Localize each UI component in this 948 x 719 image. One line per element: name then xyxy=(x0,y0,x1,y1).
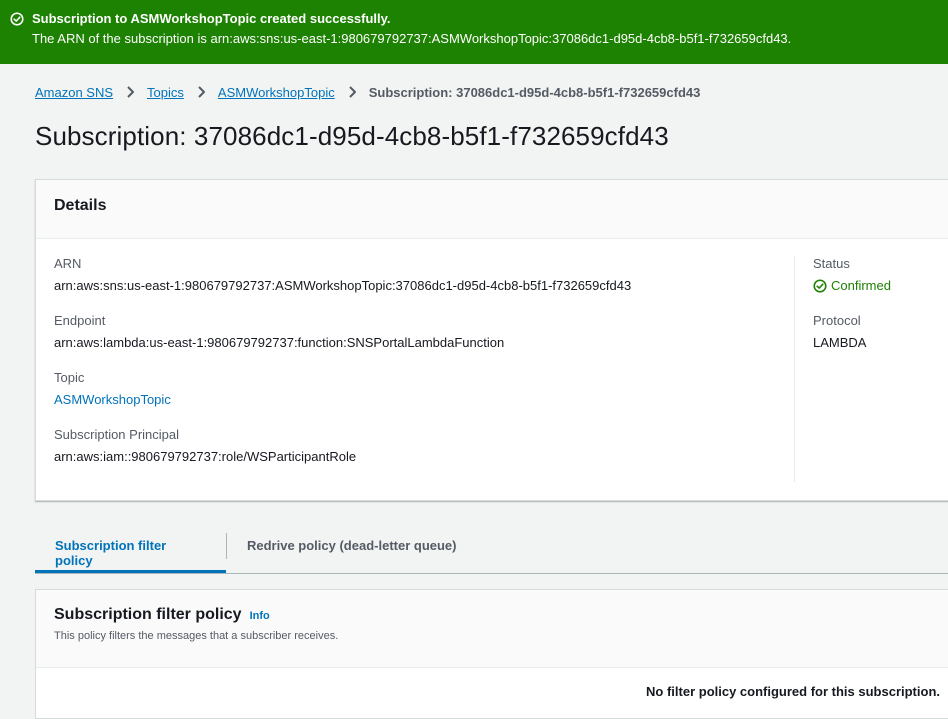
endpoint-label: Endpoint xyxy=(54,313,106,328)
details-right-column: Status Confirmed Protocol LAMBDA xyxy=(813,256,891,370)
status-badge: Confirmed xyxy=(813,278,891,294)
success-flash-banner: Subscription to ASMWorkshopTopic created… xyxy=(0,0,948,64)
arn-label: ARN xyxy=(54,256,82,271)
protocol-value: LAMBDA xyxy=(813,335,867,350)
arn-field: ARN arn:aws:sns:us-east-1:980679792737:A… xyxy=(54,256,794,294)
filter-policy-description: This policy filters the messages that a … xyxy=(54,630,339,642)
column-divider xyxy=(794,256,795,482)
status-value: Confirmed xyxy=(831,278,891,293)
chevron-right-icon xyxy=(349,86,356,98)
tab-redrive-policy[interactable]: Redrive policy (dead-letter queue) xyxy=(227,531,477,573)
protocol-label: Protocol xyxy=(813,313,861,328)
details-header: Details xyxy=(36,180,948,239)
info-link[interactable]: Info xyxy=(250,610,270,622)
filter-policy-panel: Subscription filter policy Info This pol… xyxy=(35,589,948,719)
topic-field: Topic ASMWorkshopTopic xyxy=(54,370,794,408)
status-label: Status xyxy=(813,256,850,271)
policy-tabs: Subscription filter policy Redrive polic… xyxy=(35,531,948,574)
success-circle-icon xyxy=(10,12,24,26)
page-title: Subscription: 37086dc1-d95d-4cb8-b5f1-f7… xyxy=(35,121,669,151)
arn-value: arn:aws:sns:us-east-1:980679792737:ASMWo… xyxy=(54,278,632,293)
chevron-right-icon xyxy=(127,86,135,98)
principal-label: Subscription Principal xyxy=(54,427,180,442)
breadcrumb-topic[interactable]: ASMWorkshopTopic xyxy=(218,85,335,100)
breadcrumb-topics[interactable]: Topics xyxy=(147,85,184,100)
breadcrumb-current: Subscription: 37086dc1-d95d-4cb8-b5f1-f7… xyxy=(368,84,701,100)
check-circle-icon xyxy=(813,279,827,293)
filter-policy-header: Subscription filter policy Info This pol… xyxy=(36,590,948,668)
details-panel: Details ARN arn:aws:sns:us-east-1:980679… xyxy=(35,179,948,501)
details-left-column: ARN arn:aws:sns:us-east-1:980679792737:A… xyxy=(54,256,794,484)
filter-policy-title: Subscription filter policy xyxy=(54,606,242,623)
protocol-field: Protocol LAMBDA xyxy=(813,313,891,351)
status-field: Status Confirmed xyxy=(813,256,891,294)
flash-content: Subscription to ASMWorkshopTopic created… xyxy=(10,10,948,48)
tab-subscription-filter-policy[interactable]: Subscription filter policy xyxy=(35,531,226,573)
breadcrumb-amazon-sns[interactable]: Amazon SNS xyxy=(35,85,113,100)
flash-title: Subscription to ASMWorkshopTopic created… xyxy=(32,11,391,26)
breadcrumb: Amazon SNS Topics ASMWorkshopTopic Subsc… xyxy=(35,82,700,102)
flash-message: The ARN of the subscription is arn:aws:s… xyxy=(32,31,792,46)
chevron-right-icon xyxy=(198,86,205,98)
principal-value: arn:aws:iam::980679792737:role/WSPartici… xyxy=(54,449,357,464)
endpoint-value: arn:aws:lambda:us-east-1:980679792737:fu… xyxy=(54,335,505,350)
endpoint-field: Endpoint arn:aws:lambda:us-east-1:980679… xyxy=(54,313,794,351)
filter-title-row: Subscription filter policy Info xyxy=(54,606,936,624)
topic-link[interactable]: ASMWorkshopTopic xyxy=(54,392,794,408)
empty-state-message: No filter policy configured for this sub… xyxy=(646,684,940,699)
topic-label: Topic xyxy=(54,370,85,385)
principal-field: Subscription Principal arn:aws:iam::9806… xyxy=(54,427,794,465)
details-title: Details xyxy=(54,197,107,214)
flash-text: Subscription to ASMWorkshopTopic created… xyxy=(32,10,791,48)
